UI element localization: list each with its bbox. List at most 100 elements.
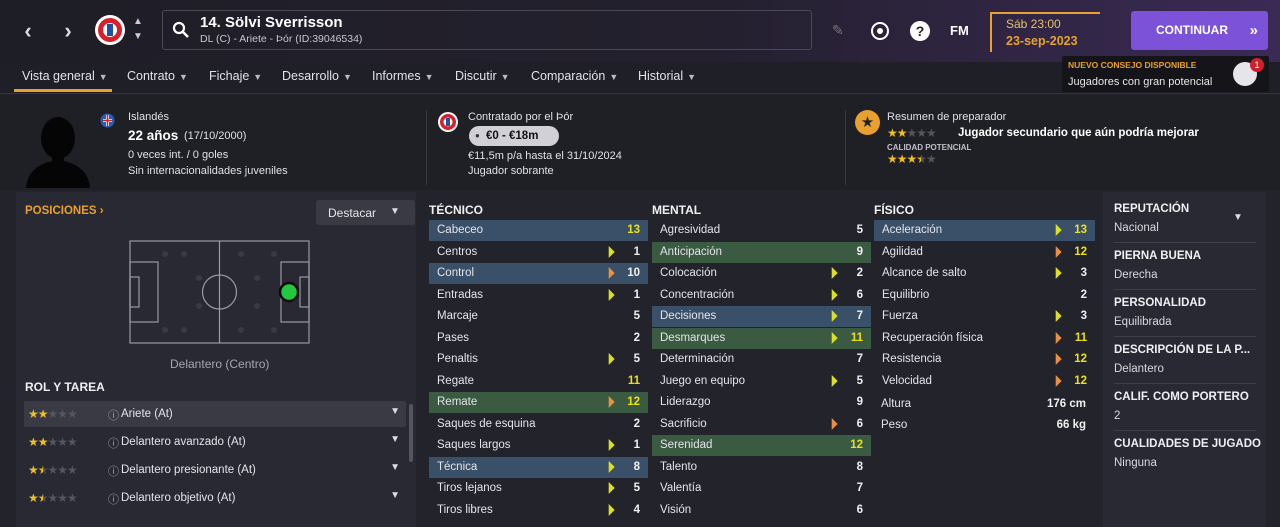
forward-icon[interactable]: › xyxy=(58,18,78,44)
attribute-row[interactable]: Marcaje 5 xyxy=(429,306,648,327)
info-icon[interactable]: ⓘ xyxy=(108,491,119,507)
attribute-trend-icon: ◢ xyxy=(600,502,616,517)
detail-value: Derecha xyxy=(1114,269,1158,281)
youth-caps: Sin internacionalidades juveniles xyxy=(128,165,288,177)
highlight-dropdown[interactable]: Destacar ▼ xyxy=(316,200,415,225)
attribute-row[interactable]: Determinación 7 xyxy=(652,349,871,370)
attribute-row[interactable]: Equilibrio 2 xyxy=(874,285,1095,306)
attribute-trend-icon: ◢ xyxy=(600,480,616,496)
attribute-row[interactable]: Concentración ◢ 6 xyxy=(652,285,871,306)
attribute-row[interactable]: Recuperación física ◢ 11 xyxy=(874,328,1095,349)
attribute-row[interactable]: Regate 11 xyxy=(429,371,648,392)
role-row[interactable]: ★★★★★ ⓘ Delantero presionante (At) ▼ xyxy=(24,457,406,483)
attribute-trend-icon: ◢ xyxy=(823,330,839,345)
attribute-row[interactable]: Entradas ◢ 1 xyxy=(429,285,648,306)
attribute-name: Concentración xyxy=(660,288,735,301)
attribute-row[interactable]: Penaltis ◢ 5 xyxy=(429,349,648,370)
continue-button[interactable]: CONTINUAR » xyxy=(1131,11,1268,50)
attribute-value: 7 xyxy=(856,353,863,365)
role-row[interactable]: ★★★★★ ⓘ Delantero avanzado (At) ▼ xyxy=(24,429,406,455)
attribute-value: 11 xyxy=(627,374,640,387)
date-full: 23-sep-2023 xyxy=(1006,34,1078,48)
attribute-row[interactable]: Serenidad 12 xyxy=(652,435,871,456)
chevron-down-icon[interactable]: ▼ xyxy=(390,490,400,501)
info-icon[interactable]: ⓘ xyxy=(108,463,119,479)
attribute-row[interactable]: Saques largos ◢ 1 xyxy=(429,435,648,456)
attribute-name: Alcance de salto xyxy=(882,267,967,279)
attribute-name: Anticipación xyxy=(660,245,723,258)
attribute-row[interactable]: Pases 2 xyxy=(429,328,648,349)
attribute-row[interactable]: Control ◢ 10 xyxy=(429,263,648,284)
attribute-row[interactable]: Tiros libres ◢ 4 xyxy=(429,500,648,521)
detail-value: Delantero xyxy=(1114,363,1164,375)
club-crest-icon[interactable] xyxy=(869,20,891,42)
attribute-trend-icon: ◢ xyxy=(600,351,616,367)
attribute-row[interactable]: Talento 8 xyxy=(652,457,871,478)
role-row[interactable]: ★★★★★ ⓘ Delantero objetivo (At) ▼ xyxy=(24,485,406,511)
attribute-value: 2 xyxy=(633,417,640,430)
attribute-row[interactable]: Valentía 7 xyxy=(652,478,871,499)
attribute-row[interactable]: Juego en equipo ◢ 5 xyxy=(652,371,871,392)
back-icon[interactable]: ‹ xyxy=(18,18,38,44)
attribute-row[interactable]: Sacrificio ◢ 6 xyxy=(652,414,871,435)
chevron-down-icon[interactable]: ▼ xyxy=(390,462,400,473)
fm-logo[interactable]: FM xyxy=(950,23,969,38)
chevron-up-icon[interactable]: ▲ xyxy=(133,16,143,27)
edit-icon[interactable]: ✎ xyxy=(832,22,844,39)
club-badge-icon[interactable] xyxy=(94,13,126,47)
menu-vista-general[interactable]: Vista general ▼ xyxy=(22,69,108,83)
tip-title: NUEVO CONSEJO DISPONIBLE xyxy=(1068,60,1197,70)
menu-historial[interactable]: Historial ▼ xyxy=(638,69,696,83)
menu-contrato[interactable]: Contrato ▼ xyxy=(127,69,188,83)
menu-fichaje[interactable]: Fichaje ▼ xyxy=(209,69,262,83)
player-value: €0 - €18m xyxy=(486,130,539,142)
attribute-value: 9 xyxy=(856,245,863,258)
menu-desarrollo[interactable]: Desarrollo ▼ xyxy=(282,69,352,83)
attribute-value: 1 xyxy=(633,245,640,258)
attribute-row[interactable]: Remate ◢ 12 xyxy=(429,392,648,413)
attribute-value: 12 xyxy=(627,396,640,408)
new-tip-notification[interactable]: NUEVO CONSEJO DISPONIBLE Jugadores con g… xyxy=(1062,56,1269,92)
attribute-value: 11 xyxy=(850,331,863,344)
attribute-row[interactable]: Saques de esquina 2 xyxy=(429,414,648,435)
attribute-row[interactable]: Centros ◢ 1 xyxy=(429,242,648,263)
attribute-row[interactable]: Cabeceo 13 xyxy=(429,220,648,241)
roles-scrollbar[interactable] xyxy=(409,404,413,462)
attribute-value: 10 xyxy=(627,267,640,279)
attribute-row[interactable]: Tiros lejanos ◢ 5 xyxy=(429,478,648,499)
roles-title: ROL Y TAREA xyxy=(25,380,105,394)
chevron-down-icon[interactable]: ▼ xyxy=(1233,212,1243,223)
role-row[interactable]: ★★★★★ ⓘ Ariete (At) ▼ xyxy=(24,401,406,427)
menu-informes[interactable]: Informes ▼ xyxy=(372,69,434,83)
attribute-row[interactable]: Técnica ◢ 8 xyxy=(429,456,648,478)
chevron-down-icon[interactable]: ▼ xyxy=(390,406,400,417)
positions-title-link[interactable]: POSICIONES › xyxy=(25,205,104,217)
attribute-row[interactable]: Agilidad ◢ 12 xyxy=(874,242,1095,263)
help-icon[interactable]: ? xyxy=(909,20,931,42)
menu-comparacion[interactable]: Comparación ▼ xyxy=(531,69,618,83)
info-icon[interactable]: ⓘ xyxy=(108,407,119,423)
attribute-trend-icon: ◢ xyxy=(1047,330,1063,345)
attribute-row[interactable]: Velocidad ◢ 12 xyxy=(874,371,1095,392)
attribute-row[interactable]: Resistencia ◢ 12 xyxy=(874,349,1095,370)
attribute-row[interactable]: Decisiones ◢ 7 xyxy=(652,306,871,327)
attribute-row[interactable]: Fuerza ◢ 3 xyxy=(874,306,1095,327)
attribute-row[interactable]: Agresividad 5 xyxy=(652,220,871,241)
chevron-down-icon[interactable]: ▼ xyxy=(390,434,400,445)
info-icon[interactable]: ⓘ xyxy=(108,435,119,451)
value-pill: ● €0 - €18m xyxy=(469,126,559,146)
attribute-row[interactable]: Desmarques ◢ 11 xyxy=(652,327,871,349)
attribute-trend-icon: ◢ xyxy=(823,287,839,302)
attribute-row[interactable]: Liderazgo 9 xyxy=(652,392,871,413)
menu-discutir[interactable]: Discutir ▼ xyxy=(455,69,510,83)
attribute-row[interactable]: Aceleración ◢ 13 xyxy=(874,220,1095,241)
detail-label: PERSONALIDAD xyxy=(1114,297,1207,309)
attribute-value: 12 xyxy=(1074,245,1087,258)
attribute-row[interactable]: Alcance de salto ◢ 3 xyxy=(874,263,1095,284)
attribute-row[interactable]: Colocación ◢ 2 xyxy=(652,263,871,284)
attribute-row[interactable]: Anticipación 9 xyxy=(652,241,871,263)
attribute-row[interactable]: Visión 6 xyxy=(652,500,871,521)
chevron-down-icon[interactable]: ▼ xyxy=(133,31,143,42)
attribute-trend-icon: ◢ xyxy=(600,244,616,259)
attribute-name: Velocidad xyxy=(882,374,932,387)
